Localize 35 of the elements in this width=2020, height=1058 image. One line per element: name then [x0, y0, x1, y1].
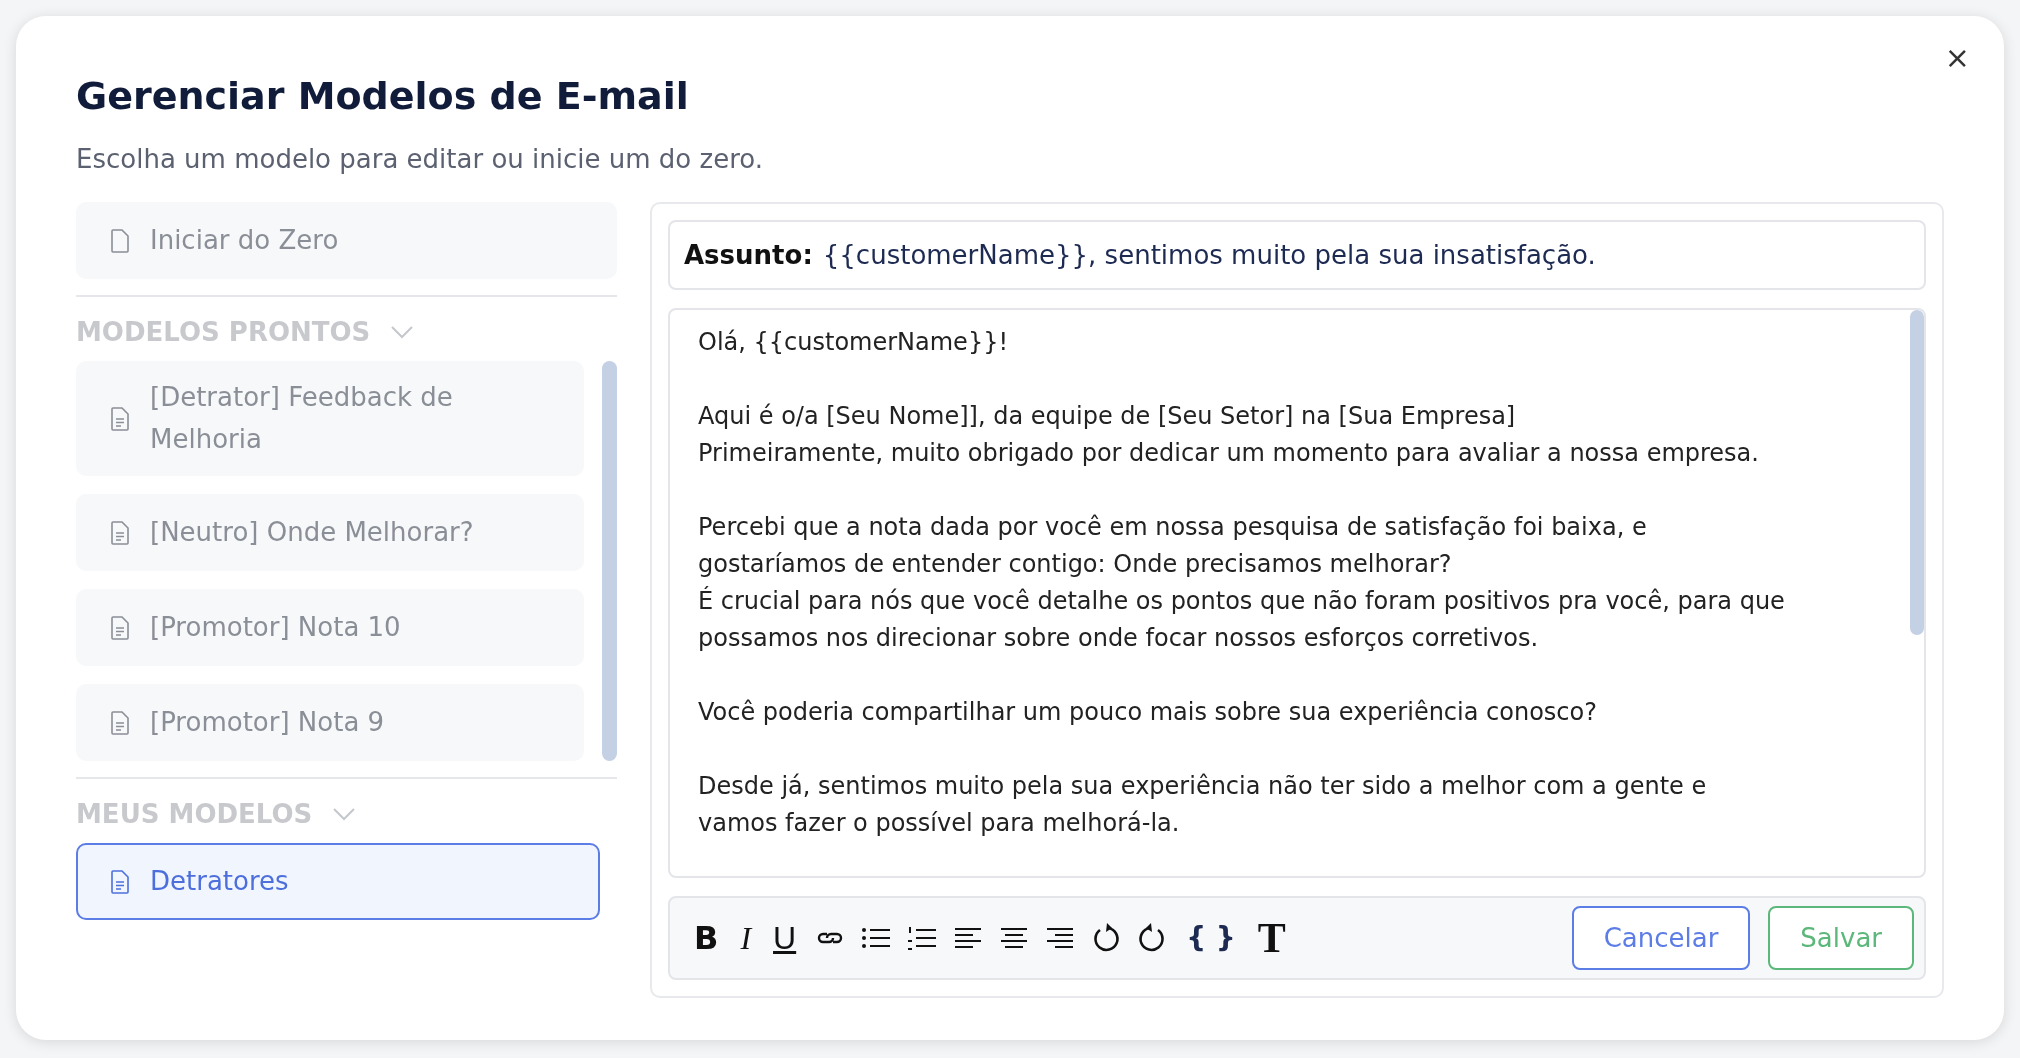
template-item[interactable]: Detratores — [76, 843, 600, 921]
section-title: MODELOS PRONTOS — [76, 317, 371, 347]
cancel-button[interactable]: Cancelar — [1571, 906, 1751, 971]
blank-file-icon — [110, 228, 130, 253]
underline-button[interactable]: U — [769, 922, 801, 955]
body-paragraph: Desde já, sentimos muito pela sua experiência não ter sido a melhor com a gente e vamos fazer o possível para melhorá-la. — [698, 770, 1708, 839]
document-icon — [110, 615, 130, 640]
body-field[interactable] — [668, 307, 1926, 879]
document-icon — [110, 520, 130, 545]
template-item[interactable]: [Promotor] Nota 9 — [76, 684, 584, 762]
subject-field[interactable]: Assunto: {{customerName}}, sentimos muito pela sua insatisfação. — [668, 220, 1926, 290]
scrollbar[interactable] — [602, 361, 617, 762]
font-button[interactable]: T — [1253, 917, 1290, 960]
close-button[interactable]: × — [1936, 36, 1978, 79]
body-paragraph: Percebi que a nota dada por você em nossa pesquisa de satisfação foi baixa, e gostaríamos de entender contigo: Onde precisamos melhorar? É crucial para nós que você detalhe os pontos que não foram positivos pra você, para que possamos nos direcionar sobre onde focar nossos esforços corretivos. — [698, 511, 1786, 654]
template-item[interactable]: [Promotor] Nota 10 — [76, 589, 584, 667]
body-paragraph: Aqui é o/a [Seu Nome]], da equipe de [Seu Setor] na [Sua Empresa] Primeiramente, muito obrigado por dedicar um momento para avaliar a nossa empresa. — [698, 400, 1760, 469]
document-icon — [110, 869, 130, 894]
scrollbar[interactable] — [1910, 309, 1924, 635]
template-item[interactable]: [Detrator] Feedback de Melhoria — [76, 361, 584, 477]
subject-label: Assunto: — [684, 239, 813, 270]
dialog-title: Gerenciar Modelos de E-mail — [76, 74, 690, 118]
dialog-subtitle: Escolha um modelo para editar ou inicie um do zero. — [76, 144, 764, 174]
subject-text: {{customerName}}, sentimos muito pela sua insatisfação. — [822, 239, 1596, 270]
document-icon — [110, 406, 130, 431]
body-paragraph: Você poderia compartilhar um pouco mais sobre sua experiência conosco? — [698, 696, 1598, 728]
document-icon — [110, 710, 130, 735]
template-item[interactable]: [Neutro] Onde Melhorar? — [76, 494, 584, 572]
save-button[interactable]: Salvar — [1768, 906, 1914, 971]
code-button[interactable]: { } — [1182, 924, 1240, 953]
start-blank-button[interactable]: Iniciar do Zero — [76, 202, 617, 279]
italic-button[interactable]: I — [736, 922, 756, 955]
bold-button[interactable]: B — [690, 922, 723, 955]
body-paragraph: Olá, {{customerName}}! — [698, 326, 1010, 358]
section-title: MEUS MODELOS — [76, 799, 313, 830]
